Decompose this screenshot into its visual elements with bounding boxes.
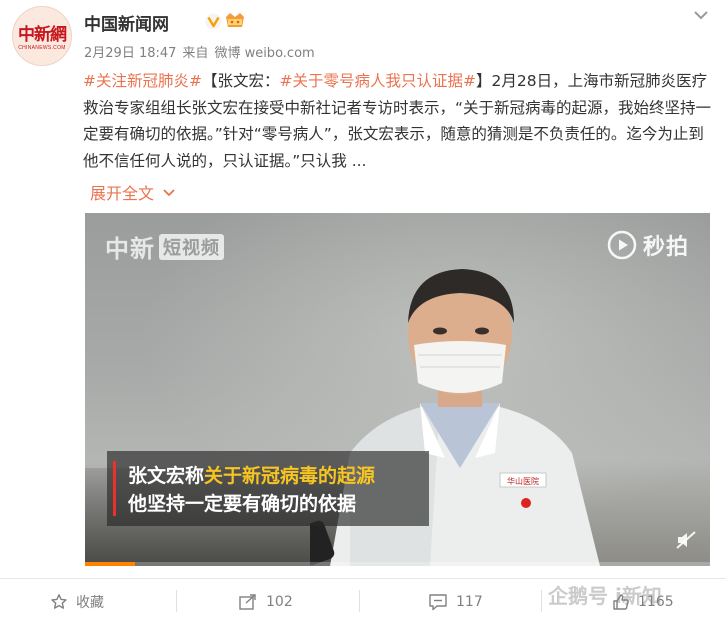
footer-separator	[359, 590, 360, 612]
footer-divider	[0, 578, 726, 579]
miaopai-play-icon	[607, 230, 637, 260]
caption-line-2: 他坚持一定要有确切的依据	[128, 493, 357, 515]
video-player[interactable]: 中新 短视频 秒拍 华山医院 张文宏称关于新冠病毒的起源 他坚持一定要有确切的依…	[85, 213, 710, 566]
repost-count: 102	[266, 594, 293, 610]
user-name-link[interactable]: 中国新闻网	[84, 10, 169, 35]
chevron-down-icon	[163, 189, 175, 197]
caption-highlight: 关于新冠病毒的起源	[204, 465, 376, 487]
badge-text: 华山医院	[507, 476, 539, 486]
bracket-open: 【张文宏：	[201, 72, 280, 90]
expand-full-text-link[interactable]: 展开全文	[90, 180, 176, 204]
expand-label: 展开全文	[90, 184, 155, 203]
vip-crown-icon[interactable]	[224, 10, 246, 30]
star-icon	[51, 594, 67, 609]
post-text: #关注新冠肺炎#【张文宏：#关于零号病人我只认证据#】2月28日，上海市新冠肺炎…	[83, 68, 713, 174]
repost-button[interactable]: 102	[238, 590, 293, 614]
bracket-close: 】	[475, 72, 492, 90]
caption-line-1: 张文宏称关于新冠病毒的起源	[128, 465, 376, 487]
thumbs-up-icon	[613, 594, 629, 610]
topic-tag-link[interactable]: #关注新冠肺炎#	[83, 72, 202, 90]
verified-v-icon[interactable]	[205, 13, 222, 30]
comment-icon	[429, 594, 447, 611]
footer-separator	[176, 590, 177, 612]
video-progress-track[interactable]	[85, 562, 710, 566]
caption-accent-bar	[113, 461, 116, 516]
comment-count: 117	[456, 594, 483, 610]
chevron-down-icon[interactable]	[692, 8, 710, 22]
footer-separator	[541, 590, 542, 612]
like-button[interactable]: 1165	[612, 590, 674, 614]
source-link[interactable]: 微博 weibo.com	[214, 46, 314, 61]
avatar[interactable]: 中新網 CHINANEWS.COM	[12, 6, 72, 66]
avatar-logo-text: 中新網	[18, 25, 67, 45]
video-watermark-right: 秒拍	[643, 235, 690, 260]
share-icon	[239, 594, 256, 610]
weibo-post-card: 中新網 CHINANEWS.COM 中国新闻网 2月29日 18:47 来自 微博 …	[0, 0, 726, 617]
post-time-link[interactable]: 2月29日 18:47	[84, 46, 176, 61]
video-progress-fill	[85, 562, 135, 566]
favorite-button[interactable]: 收藏	[50, 590, 104, 614]
source-prefix: 来自	[182, 46, 209, 61]
avatar-logo-subtext: CHINANEWS.COM	[18, 45, 66, 51]
post-meta: 2月29日 18:47 来自 微博 weibo.com	[84, 42, 321, 61]
comment-button[interactable]: 117	[428, 590, 483, 614]
favorite-label: 收藏	[76, 595, 104, 611]
like-count: 1165	[638, 594, 674, 610]
volume-mute-icon[interactable]	[675, 530, 697, 550]
video-watermark-left: 中新 短视频	[105, 229, 224, 264]
topic-tag-link[interactable]: #关于零号病人我只认证据#	[280, 72, 476, 90]
